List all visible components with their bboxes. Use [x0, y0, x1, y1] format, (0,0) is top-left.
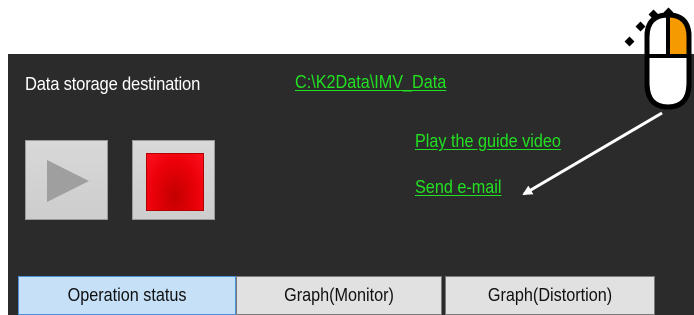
operation-panel: Data storage destination C:\K2Data\IMV_D… [8, 54, 694, 315]
stop-icon [146, 153, 204, 211]
storage-path-link[interactable]: C:\K2Data\IMV_Data [295, 72, 446, 93]
send-email-link[interactable]: Send e-mail [415, 177, 501, 198]
storage-destination-label: Data storage destination [25, 74, 201, 94]
play-icon [47, 160, 89, 202]
tab-graph-distortion[interactable]: Graph(Distortion) [445, 276, 655, 315]
tab-label: Graph(Distortion) [487, 285, 613, 305]
stop-button[interactable] [132, 140, 215, 220]
tab-label: Graph(Monitor) [284, 285, 394, 305]
tab-operation-status[interactable]: Operation status [18, 276, 236, 315]
tab-label: Operation status [67, 285, 187, 305]
guide-video-link[interactable]: Play the guide video [415, 131, 561, 152]
screenshot-stage: Data storage destination C:\K2Data\IMV_D… [0, 0, 694, 315]
tab-graph-monitor[interactable]: Graph(Monitor) [236, 276, 442, 315]
click-sparkle-icon [624, 7, 674, 47]
play-button[interactable] [25, 140, 108, 220]
